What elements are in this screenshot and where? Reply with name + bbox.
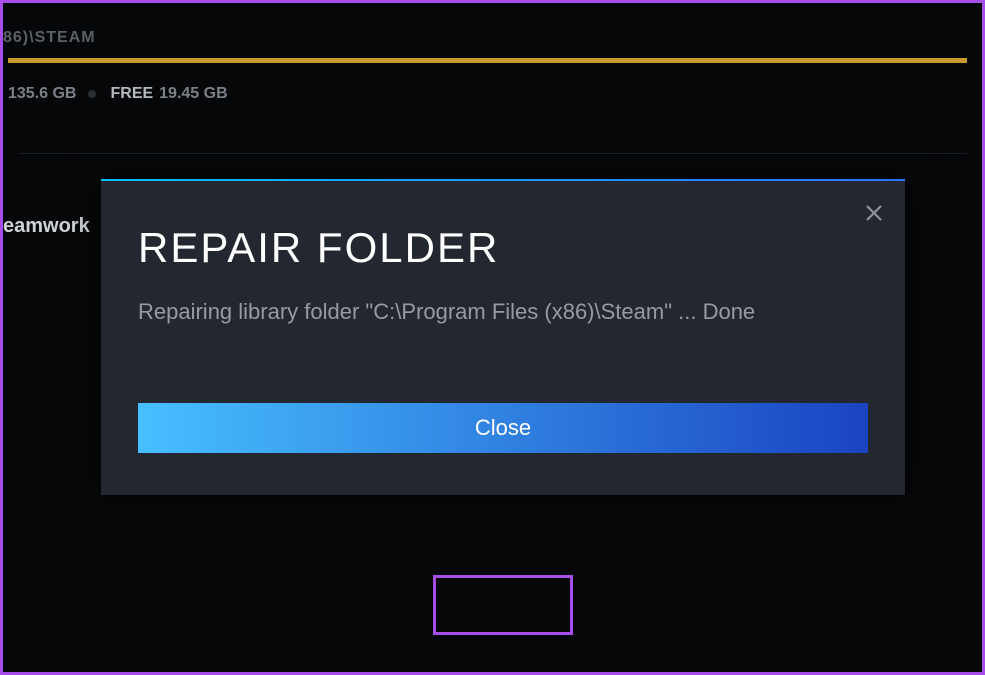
repair-folder-dialog: REPAIR FOLDER Repairing library folder "… <box>101 179 905 495</box>
dialog-accent-bar <box>101 179 905 181</box>
close-button[interactable]: Close <box>138 403 868 453</box>
free-indicator-dot <box>88 90 96 98</box>
section-divider <box>18 153 967 154</box>
close-icon[interactable] <box>865 204 883 222</box>
free-label: FREE <box>110 85 153 103</box>
storage-usage-bar <box>8 58 967 63</box>
close-button-label: Close <box>475 415 531 441</box>
partial-background-text: eamwork <box>3 215 90 238</box>
dialog-message: Repairing library folder "C:\Program Fil… <box>138 299 868 325</box>
dialog-title: REPAIR FOLDER <box>138 224 499 272</box>
library-path-fragment: 86)\STEAM <box>3 29 96 47</box>
storage-info: 135.6 GB FREE 19.45 GB <box>8 85 228 103</box>
free-size-value: 19.45 GB <box>159 85 227 103</box>
used-size-value: 135.6 GB <box>8 85 76 103</box>
